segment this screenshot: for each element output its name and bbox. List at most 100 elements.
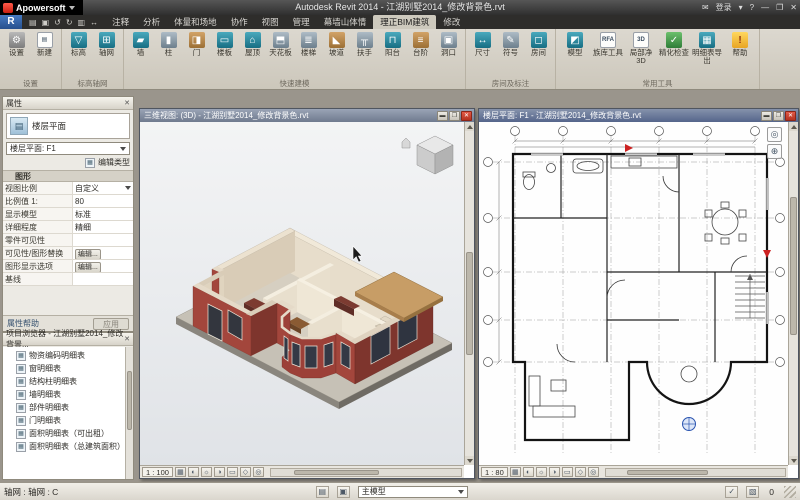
level-button[interactable]: ▽ 标高 <box>65 31 92 57</box>
application-menu-button[interactable]: R <box>0 15 22 29</box>
shadows-icon[interactable]: ◑ <box>214 467 225 477</box>
property-row[interactable]: 图形显示选项 编辑... <box>3 260 133 273</box>
prop-value[interactable] <box>73 273 133 285</box>
scale-control[interactable]: 1 : 80 <box>481 467 508 477</box>
help-ribbon-button[interactable]: ! 帮助 <box>724 31 756 57</box>
scrollbar-thumb[interactable] <box>466 252 473 355</box>
detail-level-icon[interactable]: ▦ <box>510 467 521 477</box>
prop-value-dropdown[interactable]: 自定义 <box>73 182 133 194</box>
sign-in-button[interactable]: 登录 <box>716 0 732 15</box>
scrollbar-thumb[interactable] <box>790 197 797 334</box>
shadows-icon[interactable]: ◑ <box>549 467 560 477</box>
tab-collaborate[interactable]: 协作 <box>224 15 255 29</box>
close-button[interactable]: ✕ <box>790 0 797 15</box>
design-options-icon[interactable]: ▣ <box>337 486 350 498</box>
wall-button[interactable]: ▰ 墙 <box>127 31 154 57</box>
crop-visibility-icon[interactable]: ◇ <box>575 467 586 477</box>
prop-value-edit[interactable]: 编辑... <box>73 260 133 272</box>
plan-canvas[interactable]: ◎ ⊕ <box>479 122 788 465</box>
project-browser-close-icon[interactable]: ✕ <box>124 335 130 343</box>
view-3d-horizontal-scrollbar[interactable] <box>270 468 462 477</box>
floor-button[interactable]: ▭ 楼板 <box>211 31 238 57</box>
save-icon[interactable]: ▣ <box>42 18 50 27</box>
undo-icon[interactable]: ↺ <box>54 18 61 27</box>
stair-button[interactable]: ≣ 楼梯 <box>295 31 322 57</box>
view-plan-titlebar[interactable]: 楼层平面: F1 - 江湖别墅2014_修改背景色.rvt ▬ ❐ ✕ <box>479 109 798 122</box>
view-restore-button[interactable]: ❐ <box>773 111 784 121</box>
property-row[interactable]: 详细程度 精细 <box>3 221 133 234</box>
project-browser-scrollbar[interactable] <box>125 347 133 479</box>
railing-button[interactable]: ╥ 扶手 <box>351 31 378 57</box>
view-3d-titlebar[interactable]: 三维视图: (3D) - 江湖别墅2014_修改背景色.rvt ▬ ❐ ✕ <box>140 109 474 122</box>
tab-manage[interactable]: 管理 <box>286 15 317 29</box>
tab-modify[interactable]: 修改 <box>436 15 467 29</box>
property-row[interactable]: 视图比例 自定义 <box>3 182 133 195</box>
zoom-button[interactable]: ⊕ <box>767 144 782 159</box>
tab-lizheng-bim[interactable]: 理正BIM建筑 <box>373 15 436 29</box>
scrollbar-thumb[interactable] <box>294 470 380 475</box>
view-minimize-button[interactable]: ▬ <box>761 111 772 121</box>
tab-curtainwall-plugin[interactable]: 幕墙山体情 <box>317 15 374 29</box>
tree-item[interactable]: ▦窗明细表 <box>3 362 125 375</box>
signin-caret-icon[interactable]: ▾ <box>739 0 743 15</box>
tab-view[interactable]: 视图 <box>255 15 286 29</box>
settings-button[interactable]: ⚙ 设置 <box>3 31 30 57</box>
view-restore-button[interactable]: ❐ <box>449 111 460 121</box>
tree-item[interactable]: ▦面积明细表（总建筑面积） <box>3 440 125 453</box>
tree-item[interactable]: ▦墙明细表 <box>3 388 125 401</box>
help-button[interactable]: ? <box>750 0 754 15</box>
worksets-icon[interactable]: ▤ <box>316 486 329 498</box>
column-button[interactable]: ▮ 柱 <box>155 31 182 57</box>
symbol-button[interactable]: ✎ 符号 <box>497 31 524 57</box>
property-row[interactable]: 基线 <box>3 273 133 286</box>
room-button[interactable]: ◻ 房间 <box>525 31 552 57</box>
tab-analyze[interactable]: 分析 <box>136 15 167 29</box>
crop-visibility-icon[interactable]: ◇ <box>240 467 251 477</box>
prop-value[interactable]: 80 <box>73 195 133 207</box>
steps-button[interactable]: ≡ 台阶 <box>407 31 434 57</box>
refine-check-button[interactable]: ✓ 精化检查 <box>658 31 690 57</box>
ramp-button[interactable]: ◣ 坡道 <box>323 31 350 57</box>
model-button[interactable]: ◩ 模型 <box>559 31 591 57</box>
scrollbar-thumb[interactable] <box>127 371 132 430</box>
scroll-up-icon[interactable] <box>465 122 474 131</box>
prop-value[interactable] <box>73 234 133 246</box>
edit-type-button[interactable]: ▦ 编辑类型 <box>3 155 133 170</box>
scale-control[interactable]: 1 : 100 <box>142 467 173 477</box>
family-library-button[interactable]: RFA 族库工具 <box>592 31 624 57</box>
sun-path-icon[interactable]: ☼ <box>536 467 547 477</box>
edit-button[interactable]: 编辑... <box>75 262 101 272</box>
view-3d-vertical-scrollbar[interactable] <box>464 122 474 465</box>
scroll-up-icon[interactable] <box>789 122 798 131</box>
watermark-badge[interactable]: Apowersoft <box>0 0 83 15</box>
visual-style-icon[interactable]: ◐ <box>523 467 534 477</box>
visual-style-icon[interactable]: ◐ <box>188 467 199 477</box>
view-minimize-button[interactable]: ▬ <box>437 111 448 121</box>
door-button[interactable]: ◨ 门 <box>183 31 210 57</box>
tree-item[interactable]: ▦部件明细表 <box>3 401 125 414</box>
communication-center-icon[interactable]: ✉ <box>702 0 709 15</box>
view-close-button[interactable]: ✕ <box>461 111 472 121</box>
prop-value-edit[interactable]: 编辑... <box>73 247 133 259</box>
prop-value[interactable]: 标准 <box>73 208 133 220</box>
view-close-button[interactable]: ✕ <box>785 111 796 121</box>
resize-grip[interactable] <box>784 486 796 498</box>
tree-item[interactable]: ▦面积明细表（可出租） <box>3 427 125 440</box>
dimension-button[interactable]: ↔ 尺寸 <box>469 31 496 57</box>
balcony-button[interactable]: ⊓ 阳台 <box>379 31 406 57</box>
section-header-graphics[interactable]: 图形 <box>3 170 133 182</box>
tab-annotate[interactable]: 注释 <box>105 15 136 29</box>
view-plan-horizontal-scrollbar[interactable] <box>605 468 786 477</box>
filter-icon[interactable]: ▧ <box>746 486 759 498</box>
restore-button[interactable]: ❐ <box>776 0 783 15</box>
type-dropdown[interactable]: 楼层平面: F1 <box>6 142 130 155</box>
reveal-hidden-icon[interactable]: ◎ <box>588 467 599 477</box>
grid-button[interactable]: ⊞ 轴网 <box>93 31 120 57</box>
property-row[interactable]: 比例值 1: 80 <box>3 195 133 208</box>
crop-view-icon[interactable]: ▭ <box>227 467 238 477</box>
project-browser-header[interactable]: 项目浏览器 - 江湖别墅2014_修改背景... ✕ <box>3 333 133 346</box>
open-icon[interactable]: ▤ <box>29 18 37 27</box>
new-button[interactable]: ▤ 新建 <box>31 31 58 57</box>
design-option-select[interactable]: 主模型 <box>358 486 468 498</box>
steering-wheel-button[interactable]: ◎ <box>767 127 782 142</box>
